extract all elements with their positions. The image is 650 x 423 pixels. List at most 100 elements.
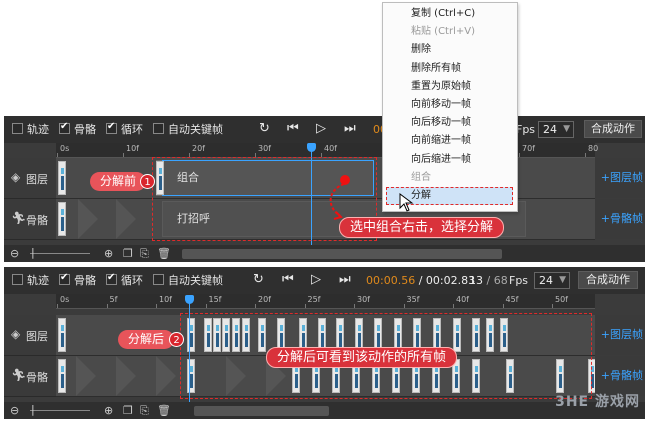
trash-icon[interactable]: 🗑︎ xyxy=(157,247,171,260)
chevron-down-icon: ▼ xyxy=(559,275,566,285)
fps-value: 24 xyxy=(543,123,557,136)
ruler-tick-label: 30f xyxy=(258,144,271,153)
ruler-tick xyxy=(585,153,586,157)
add-bone-frame-link[interactable]: +骨骼帧 xyxy=(595,356,645,396)
time-ruler[interactable]: 0s 5f 10f 15f 20f 25f 30f 35f 40f 45f 50f xyxy=(56,294,595,309)
reset-icon[interactable]: ↻ xyxy=(253,272,264,288)
keyframe[interactable] xyxy=(58,359,66,393)
ruler-tick-label: 5f xyxy=(109,295,118,304)
track-label: 轨迹 xyxy=(27,123,49,136)
bone-checkbox[interactable] xyxy=(59,272,70,285)
menu-item[interactable]: 删除所有帧 xyxy=(411,62,461,76)
paste-icon[interactable]: ⎘ xyxy=(140,404,149,417)
menu-item[interactable]: 向后缩进一帧 xyxy=(411,153,471,167)
keyframe[interactable] xyxy=(58,161,66,195)
combine-action-button[interactable]: 合成动作 xyxy=(578,271,638,289)
bone-figure-icon: 🏃︎ xyxy=(11,368,27,382)
ruler-tick xyxy=(123,153,124,157)
frame-current: 13 xyxy=(469,274,483,287)
add-layer-frame-link[interactable]: +图层帧 xyxy=(595,158,645,198)
callout-before: 分解前 xyxy=(90,172,147,191)
menu-item[interactable]: 重置为原始帧 xyxy=(411,80,471,94)
zoom-out-icon[interactable]: ⊖ xyxy=(10,247,19,260)
zoom-slider[interactable] xyxy=(30,253,90,254)
layer-row-title: 图层 xyxy=(26,330,48,343)
ruler-tick-label: 10f xyxy=(159,295,172,304)
ruler-tick xyxy=(502,304,504,308)
paste-icon[interactable]: ⎘ xyxy=(140,247,149,260)
keyframe[interactable] xyxy=(58,318,66,352)
time-current: 00:00.56 xyxy=(366,274,416,287)
autokey-checkbox[interactable] xyxy=(153,274,164,285)
ruler-tick xyxy=(304,304,306,308)
zoom-in-icon[interactable]: ⊕ xyxy=(104,247,113,260)
add-layer-frame-link[interactable]: +图层帧 xyxy=(595,315,645,355)
trash-icon[interactable]: 🗑︎ xyxy=(157,404,171,417)
menu-item[interactable]: 删除 xyxy=(411,43,431,57)
menu-item[interactable]: 向后移动一帧 xyxy=(411,116,471,130)
ruler-tick xyxy=(57,153,58,157)
row-label-bone: 🏃︎ 骨骼 xyxy=(4,199,56,240)
callout-after: 分解后 xyxy=(118,330,175,349)
zoom-out-icon[interactable]: ⊖ xyxy=(10,404,19,417)
horizontal-scrollbar[interactable] xyxy=(182,249,502,259)
menu-item[interactable]: 复制 (Ctrl+C) xyxy=(411,7,475,21)
timeline-panel-after: 轨迹 骨骼 循环 自动关键帧 ↻ ⏮ ▷ ⏭ 00:00.56 / 00:02.… xyxy=(4,267,645,419)
ruler-tick xyxy=(255,304,256,308)
ruler-tick-label: 20f xyxy=(258,295,271,304)
zoom-slider-thumb[interactable]: | xyxy=(31,246,35,259)
timeline-toolbar: 轨迹 骨骼 循环 自动关键帧 ↻ ⏮ ▷ ⏭ 00 Fps 24▼ 合成动作 xyxy=(4,116,645,143)
zoom-slider[interactable] xyxy=(30,410,90,411)
ruler-tick xyxy=(453,304,454,308)
track-checkbox[interactable] xyxy=(12,123,23,134)
timeline-toolbar: 轨迹 骨骼 循环 自动关键帧 ↻ ⏮ ▷ ⏭ 00:00.56 / 00:02.… xyxy=(4,267,645,294)
menu-item[interactable]: 向前移动一帧 xyxy=(411,98,471,112)
play-icon[interactable]: ▷ xyxy=(316,121,326,137)
menu-item[interactable]: 向前缩进一帧 xyxy=(411,134,471,148)
next-frame-icon[interactable]: ⏭ xyxy=(344,121,356,137)
menu-item[interactable]: 组合 xyxy=(411,171,431,185)
loop-checkbox[interactable] xyxy=(106,272,117,285)
ruler-tick-label: 0s xyxy=(60,144,70,153)
zoom-in-icon[interactable]: ⊕ xyxy=(104,404,113,417)
track-checkbox[interactable] xyxy=(12,274,23,285)
play-icon[interactable]: ▷ xyxy=(311,272,321,288)
callout-frames: 分解后可看到该动作的所有帧 xyxy=(266,347,458,368)
autokey-label: 自动关键帧 xyxy=(168,274,223,287)
ruler-tick-label: 45f xyxy=(505,295,519,304)
copy-icon[interactable]: ❐ xyxy=(123,404,133,417)
bone-figure-icon: 🏃︎ xyxy=(11,211,27,225)
ruler-tick-label: 10f xyxy=(126,144,139,153)
ruler-tick-label: 80 xyxy=(588,144,599,153)
add-bone-frame-link[interactable]: +骨骼帧 xyxy=(595,199,645,239)
zoom-slider-thumb[interactable]: | xyxy=(31,403,35,416)
callout-instruction: 选中组合右击，选择分解 xyxy=(339,217,505,238)
keyframe[interactable] xyxy=(58,202,66,236)
ruler-tick xyxy=(354,304,355,308)
ruler-tick xyxy=(403,304,405,308)
autokey-checkbox[interactable] xyxy=(153,123,164,134)
row-label-layer: ◈ 图层 xyxy=(4,158,56,199)
arrow-decoration xyxy=(116,199,136,239)
fps-select[interactable]: 24 ▼ xyxy=(534,272,570,289)
fps-select[interactable]: 24 ▼ xyxy=(538,121,574,138)
loop-checkbox[interactable] xyxy=(106,121,117,134)
ruler-tick-label: 50f xyxy=(555,295,568,304)
frame-readout: 13 / 68 xyxy=(469,273,508,289)
combine-action-button[interactable]: 合成动作 xyxy=(584,120,642,138)
horizontal-scrollbar[interactable] xyxy=(194,406,329,416)
ruler-tick-label: 25f xyxy=(307,295,321,304)
ruler-tick-label: 0s xyxy=(60,295,70,304)
autokey-label: 自动关键帧 xyxy=(168,123,223,136)
loop-label: 循环 xyxy=(121,274,143,287)
prev-frame-icon[interactable]: ⏮ xyxy=(287,121,299,137)
reset-icon[interactable]: ↻ xyxy=(259,121,270,137)
mouse-cursor-icon xyxy=(399,193,414,212)
prev-frame-icon[interactable]: ⏮ xyxy=(282,272,294,288)
next-frame-icon[interactable]: ⏭ xyxy=(339,272,351,288)
context-menu: 复制 (Ctrl+C) 粘贴 (Ctrl+V) 删除删除所有帧重置为原始帧 向前移动一… xyxy=(382,2,518,212)
menu-item[interactable]: 粘贴 (Ctrl+V) xyxy=(411,25,475,39)
arrow-decoration xyxy=(116,356,136,396)
bone-checkbox[interactable] xyxy=(59,121,70,134)
copy-icon[interactable]: ❐ xyxy=(123,247,133,260)
